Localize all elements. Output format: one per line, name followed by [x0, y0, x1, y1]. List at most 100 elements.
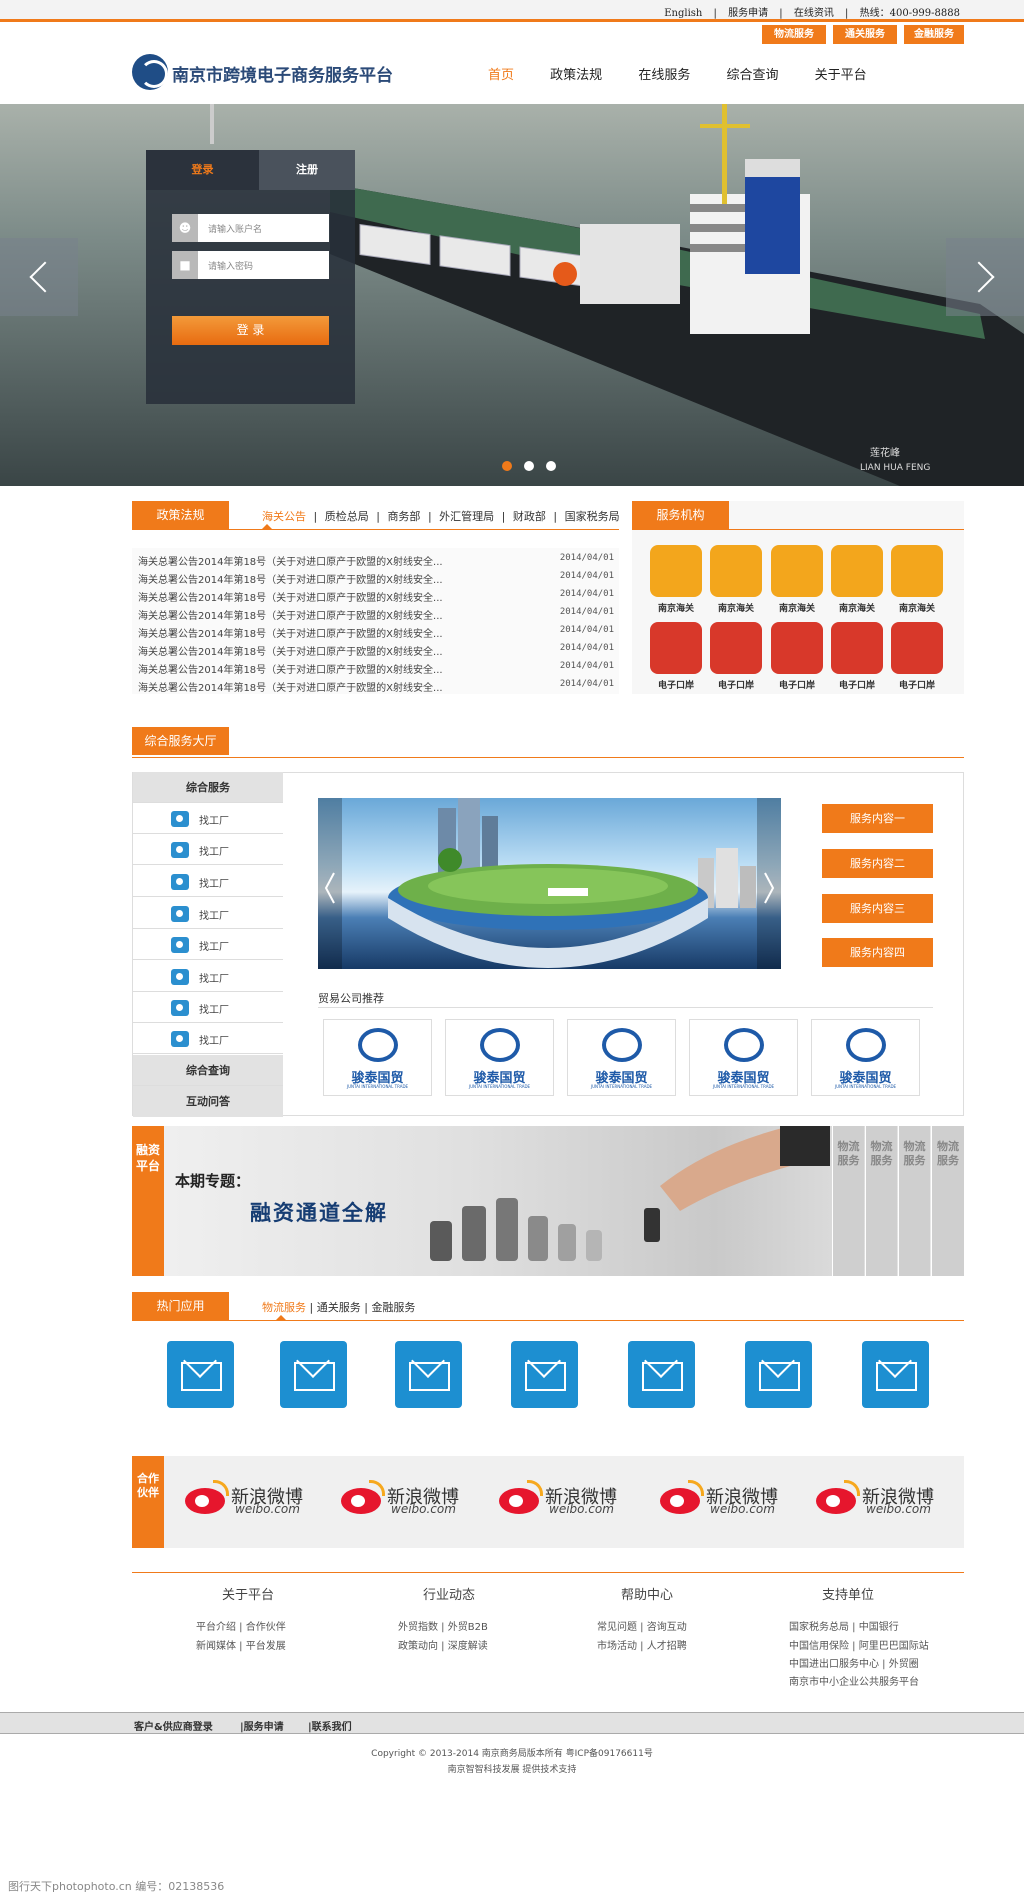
news-item[interactable]: 海关总署公告2014年第18号（关于对进口原产于欧盟的X射线安全... 2014/…: [138, 623, 614, 641]
port-org-icon[interactable]: [771, 622, 823, 674]
side-item-factory[interactable]: 找工厂: [133, 866, 283, 897]
side-item-factory[interactable]: 找工厂: [133, 834, 283, 865]
vertical-tab-logistics[interactable]: 物流服务: [898, 1126, 930, 1276]
weibo-logo[interactable]: 新浪微博 weibo.com: [185, 1480, 325, 1520]
mail-app-icon[interactable]: [395, 1341, 462, 1408]
weibo-logo[interactable]: 新浪微博 weibo.com: [341, 1480, 481, 1520]
nav-query[interactable]: 综合查询: [726, 64, 778, 83]
finance-service-tab[interactable]: 金融服务: [904, 25, 964, 44]
port-org-icon[interactable]: [831, 622, 883, 674]
customs-org-icon[interactable]: [710, 545, 762, 597]
slide-dot-1[interactable]: [502, 461, 512, 471]
port-org-icon[interactable]: [710, 622, 762, 674]
english-link[interactable]: English: [664, 8, 702, 19]
mail-app-icon[interactable]: [862, 1341, 929, 1408]
vertical-tab-logistics[interactable]: 物流服务: [832, 1126, 864, 1276]
side-item-factory[interactable]: 找工厂: [133, 803, 283, 834]
side-head-general[interactable]: 综合服务: [133, 772, 283, 803]
news-item[interactable]: 海关总署公告2014年第18号（关于对进口原产于欧盟的X射线安全... 2014/…: [138, 551, 614, 569]
company-card[interactable]: 骏泰国贸 JUNTAI INTERNATIONAL TRADE: [567, 1019, 676, 1096]
weibo-logo[interactable]: 新浪微博 weibo.com: [660, 1480, 800, 1520]
login-tab[interactable]: 登录: [146, 150, 259, 190]
tab-tax[interactable]: 国家税务局: [565, 510, 620, 523]
customs-service-tab[interactable]: 通关服务: [833, 25, 897, 44]
service-apply-link[interactable]: 服务申请: [728, 8, 768, 19]
mail-app-icon[interactable]: [745, 1341, 812, 1408]
side-item-factory[interactable]: 找工厂: [133, 898, 283, 929]
customs-org-icon[interactable]: [771, 545, 823, 597]
footer-links[interactable]: 中国信用保险 | 阿里巴巴国际站: [789, 1637, 929, 1652]
footer-links[interactable]: 常见问题 | 咨询互动: [597, 1618, 687, 1633]
mail-app-icon[interactable]: [167, 1341, 234, 1408]
news-item[interactable]: 海关总署公告2014年第18号（关于对进口原产于欧盟的X射线安全... 2014/…: [138, 641, 614, 659]
password-field[interactable]: ■ 请输入密码: [172, 251, 329, 279]
mail-app-icon[interactable]: [628, 1341, 695, 1408]
register-tab[interactable]: 注册: [259, 150, 355, 190]
tab-logistics[interactable]: 物流服务: [262, 1301, 306, 1314]
divider: |: [427, 510, 432, 523]
org-label: 电子口岸: [657, 681, 694, 691]
tab-safe[interactable]: 外汇管理局: [439, 510, 494, 523]
company-card[interactable]: 骏泰国贸 JUNTAI INTERNATIONAL TRADE: [323, 1019, 432, 1096]
username-field[interactable]: ☻ 请输入账户名: [172, 214, 329, 242]
side-item-factory[interactable]: 找工厂: [133, 961, 283, 992]
news-item[interactable]: 海关总署公告2014年第18号（关于对进口原产于欧盟的X射线安全... 2014/…: [138, 677, 614, 695]
tab-aqsiq[interactable]: 质检总局: [325, 510, 369, 523]
footer-links[interactable]: 外贸指数 | 外贸B2B: [398, 1618, 488, 1633]
nav-home[interactable]: 首页: [488, 64, 514, 83]
footer-links[interactable]: 新闻媒体 | 平台发展: [196, 1637, 286, 1652]
tab-finance[interactable]: 金融服务: [371, 1301, 415, 1314]
weibo-logo[interactable]: 新浪微博 weibo.com: [816, 1480, 956, 1520]
mail-app-icon[interactable]: [511, 1341, 578, 1408]
service-button-4[interactable]: 服务内容四: [822, 938, 933, 967]
tab-customs-notice[interactable]: 海关公告: [262, 510, 306, 523]
side-item-factory[interactable]: 找工厂: [133, 929, 283, 960]
footer-links[interactable]: 市场活动 | 人才招聘: [597, 1637, 687, 1652]
contact-link[interactable]: |联系我们: [308, 1718, 352, 1733]
news-item[interactable]: 海关总署公告2014年第18号（关于对进口原产于欧盟的X射线安全... 2014/…: [138, 569, 614, 587]
side-head-qa[interactable]: 互动问答: [133, 1086, 283, 1117]
mail-app-icon[interactable]: [280, 1341, 347, 1408]
company-card[interactable]: 骏泰国贸 JUNTAI INTERNATIONAL TRADE: [811, 1019, 920, 1096]
side-item-factory[interactable]: 找工厂: [133, 992, 283, 1023]
news-item[interactable]: 海关总署公告2014年第18号（关于对进口原产于欧盟的X射线安全... 2014/…: [138, 605, 614, 623]
online-news-link[interactable]: 在线资讯: [794, 8, 834, 19]
nav-policy[interactable]: 政策法规: [550, 64, 602, 83]
footer-links[interactable]: 政策动向 | 深度解读: [398, 1637, 488, 1652]
vertical-tab-logistics[interactable]: 物流服务: [931, 1126, 964, 1276]
footer-links[interactable]: 平台介绍 | 合作伙伴: [196, 1618, 286, 1633]
customer-login-link[interactable]: 客户&供应商登录: [134, 1718, 213, 1733]
side-head-query[interactable]: 综合查询: [133, 1055, 283, 1086]
port-org-icon[interactable]: [891, 622, 943, 674]
customs-org-icon[interactable]: [650, 545, 702, 597]
side-item-factory[interactable]: 找工厂: [133, 1023, 283, 1054]
hero-prev-arrow-icon[interactable]: [0, 238, 78, 316]
company-card[interactable]: 骏泰国贸 JUNTAI INTERNATIONAL TRADE: [689, 1019, 798, 1096]
port-org-icon[interactable]: [650, 622, 702, 674]
footer-links[interactable]: 国家税务总局 | 中国银行: [789, 1618, 899, 1633]
slide-dot-3[interactable]: [546, 461, 556, 471]
service-button-3[interactable]: 服务内容三: [822, 894, 933, 923]
tab-mof[interactable]: 财政部: [513, 510, 546, 523]
news-item[interactable]: 海关总署公告2014年第18号（关于对进口原产于欧盟的X射线安全... 2014/…: [138, 587, 614, 605]
footer-links[interactable]: 南京市中小企业公共服务平台: [789, 1673, 919, 1688]
hero-next-arrow-icon[interactable]: [946, 238, 1024, 316]
login-button[interactable]: 登 录: [172, 316, 329, 345]
logistics-service-tab[interactable]: 物流服务: [762, 25, 826, 44]
nav-about[interactable]: 关于平台: [815, 64, 867, 83]
company-card[interactable]: 骏泰国贸 JUNTAI INTERNATIONAL TRADE: [445, 1019, 554, 1096]
customs-org-icon[interactable]: [831, 545, 883, 597]
tab-mofcom[interactable]: 商务部: [387, 510, 420, 523]
footer-links[interactable]: 中国进出口服务中心 | 外贸圈: [789, 1655, 919, 1670]
customs-org-icon[interactable]: [891, 545, 943, 597]
nav-online-service[interactable]: 在线服务: [638, 64, 690, 83]
service-apply-link[interactable]: |服务申请: [240, 1718, 284, 1733]
tab-customs[interactable]: 通关服务: [317, 1301, 361, 1314]
service-button-2[interactable]: 服务内容二: [822, 849, 933, 878]
slide-dot-2[interactable]: [524, 461, 534, 471]
service-button-1[interactable]: 服务内容一: [822, 804, 933, 833]
weibo-logo[interactable]: 新浪微博 weibo.com: [499, 1480, 639, 1520]
vertical-tab-logistics[interactable]: 物流服务: [865, 1126, 897, 1276]
org-label: 电子口岸: [898, 681, 935, 691]
news-item[interactable]: 海关总署公告2014年第18号（关于对进口原产于欧盟的X射线安全... 2014/…: [138, 659, 614, 677]
